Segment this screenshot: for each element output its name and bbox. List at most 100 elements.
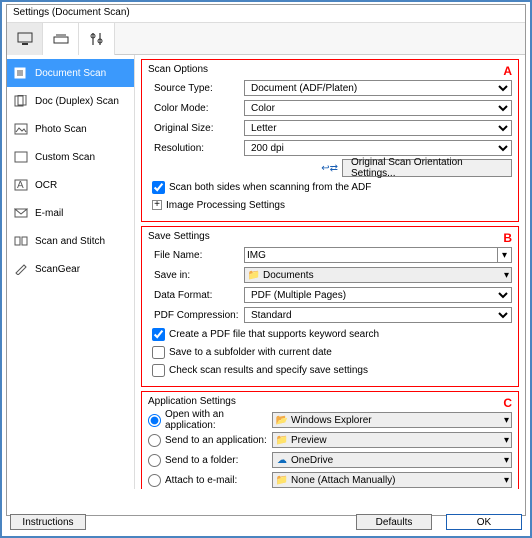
scanner-panel-icon [52, 31, 70, 47]
email-icon [13, 206, 29, 220]
data-format-select[interactable]: PDF (Multiple Pages) [244, 287, 512, 303]
both-sides-checkbox[interactable] [152, 181, 165, 194]
pdf-compression-label: PDF Compression: [148, 310, 244, 321]
tab-general-settings[interactable] [79, 23, 115, 55]
resolution-label: Resolution: [148, 143, 244, 154]
sidebar-item-label: E-mail [35, 208, 63, 219]
scan-options-heading: Scan Options [148, 64, 512, 75]
tab-scan-from-panel[interactable] [43, 23, 79, 55]
send-app-value: Preview [291, 435, 504, 446]
check-results-label: Check scan results and specify save sett… [169, 365, 368, 376]
scan-options-panel: A Scan Options Source Type: Document (AD… [141, 59, 519, 222]
subfolder-checkbox[interactable] [152, 346, 165, 359]
folder-icon: 📁 [247, 269, 261, 281]
sidebar-item-label: ScanGear [35, 264, 80, 275]
custom-icon [13, 150, 29, 164]
main-pane: A Scan Options Source Type: Document (AD… [135, 55, 525, 489]
preview-icon: 📁 [275, 434, 289, 446]
color-mode-label: Color Mode: [148, 103, 244, 114]
data-format-label: Data Format: [148, 290, 244, 301]
sidebar: Document Scan Doc (Duplex) Scan Photo Sc… [7, 55, 135, 489]
sidebar-item-label: Doc (Duplex) Scan [35, 96, 119, 107]
image-processing-label: Image Processing Settings [166, 200, 285, 211]
sidebar-item-document-scan[interactable]: Document Scan [7, 59, 134, 87]
original-size-select[interactable]: Letter [244, 120, 512, 136]
subfolder-label: Save to a subfolder with current date [169, 347, 332, 358]
sidebar-item-label: OCR [35, 180, 57, 191]
attach-email-select[interactable]: 📁None (Attach Manually)▾ [272, 472, 512, 488]
keyword-search-label: Create a PDF file that supports keyword … [169, 329, 379, 340]
defaults-button[interactable]: Defaults [356, 514, 432, 530]
pdf-compression-select[interactable]: Standard [244, 307, 512, 323]
duplex-icon [13, 94, 29, 108]
send-app-select[interactable]: 📁Preview▾ [272, 432, 512, 448]
send-folder-select[interactable]: ☁OneDrive▾ [272, 452, 512, 468]
check-results-checkbox[interactable] [152, 364, 165, 377]
sidebar-item-label: Scan and Stitch [35, 236, 105, 247]
chevron-down-icon: ▾ [504, 475, 509, 486]
file-name-input[interactable] [244, 247, 498, 263]
file-name-dropdown-button[interactable]: ▾ [498, 247, 512, 263]
source-type-label: Source Type: [148, 83, 244, 94]
tab-scan-from-computer[interactable] [7, 23, 43, 55]
save-in-select[interactable]: 📁Documents▾ [244, 267, 512, 283]
send-folder-label: Send to a folder: [165, 455, 238, 466]
photo-icon [13, 122, 29, 136]
mail-app-icon: 📁 [275, 474, 289, 486]
stitch-icon [13, 234, 29, 248]
color-mode-select[interactable]: Color [244, 100, 512, 116]
attach-email-value: None (Attach Manually) [291, 475, 504, 486]
open-app-label: Open with an application: [165, 409, 272, 431]
send-app-radio[interactable] [148, 434, 161, 447]
application-settings-panel: C Application Settings Open with an appl… [141, 391, 519, 489]
sidebar-item-scangear[interactable]: ScanGear [7, 255, 134, 283]
resolution-select[interactable]: 200 dpi [244, 140, 512, 156]
save-settings-heading: Save Settings [148, 231, 512, 242]
send-app-label: Send to an application: [165, 435, 267, 446]
onedrive-icon: ☁ [275, 454, 289, 466]
file-name-label: File Name: [148, 250, 244, 261]
sidebar-item-label: Document Scan [35, 68, 106, 79]
send-folder-value: OneDrive [291, 455, 504, 466]
tools-icon [88, 31, 106, 47]
monitor-icon [16, 31, 34, 47]
save-in-value: Documents [263, 270, 504, 281]
window-title: Settings (Document Scan) [13, 7, 130, 18]
send-folder-radio[interactable] [148, 454, 161, 467]
sidebar-item-ocr[interactable]: A OCR [7, 171, 134, 199]
sidebar-item-scan-stitch[interactable]: Scan and Stitch [7, 227, 134, 255]
panel-badge-a: A [503, 64, 512, 78]
expand-icon[interactable]: + [152, 200, 162, 210]
attach-email-radio[interactable] [148, 474, 161, 487]
sidebar-item-label: Photo Scan [35, 124, 87, 135]
source-type-select[interactable]: Document (ADF/Platen) [244, 80, 512, 96]
both-sides-label: Scan both sides when scanning from the A… [169, 182, 371, 193]
open-app-value: Windows Explorer [291, 415, 504, 426]
sidebar-item-photo-scan[interactable]: Photo Scan [7, 115, 134, 143]
explorer-icon: 📂 [275, 414, 289, 426]
chevron-down-icon: ▾ [504, 455, 509, 466]
instructions-button[interactable]: Instructions [10, 514, 86, 530]
attach-email-label: Attach to e-mail: [165, 475, 237, 486]
sidebar-item-email[interactable]: E-mail [7, 199, 134, 227]
chevron-down-icon: ▾ [504, 415, 509, 426]
chevron-down-icon: ▾ [504, 435, 509, 446]
sidebar-item-duplex-scan[interactable]: Doc (Duplex) Scan [7, 87, 134, 115]
original-size-label: Original Size: [148, 123, 244, 134]
document-icon [13, 66, 29, 80]
top-toolbar [7, 23, 525, 55]
chevron-down-icon: ▾ [504, 270, 509, 281]
save-settings-panel: B Save Settings File Name: ▾ Save in: 📁D… [141, 226, 519, 387]
sidebar-item-custom-scan[interactable]: Custom Scan [7, 143, 134, 171]
keyword-search-checkbox[interactable] [152, 328, 165, 341]
open-app-radio[interactable] [148, 414, 161, 427]
ok-button[interactable]: OK [446, 514, 522, 530]
title-bar: Settings (Document Scan) [7, 5, 525, 23]
orientation-refresh-icon[interactable]: ↩⇄ [321, 163, 338, 174]
open-app-select[interactable]: 📂Windows Explorer▾ [272, 412, 512, 428]
orientation-settings-button[interactable]: Original Scan Orientation Settings... [342, 159, 512, 177]
save-in-label: Save in: [148, 270, 244, 281]
sidebar-item-label: Custom Scan [35, 152, 95, 163]
svg-text:A: A [17, 180, 24, 191]
scangear-icon [13, 262, 29, 276]
